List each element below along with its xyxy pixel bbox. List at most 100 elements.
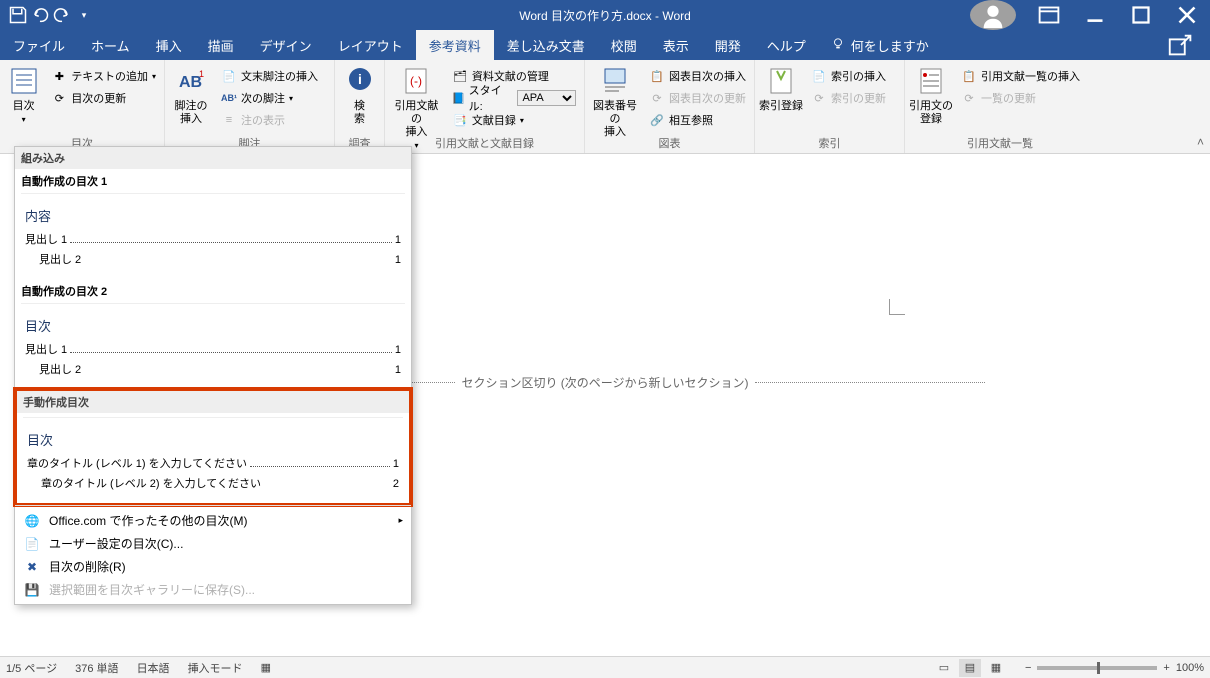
caption-icon	[599, 65, 631, 97]
next-footnote-button[interactable]: AB¹次の脚注▾	[217, 87, 322, 109]
gallery-header-builtin: 組み込み	[15, 147, 411, 169]
tof-icon: 📋	[649, 68, 665, 84]
tab-references[interactable]: 参考資料	[416, 30, 494, 60]
print-layout-icon[interactable]: ▤	[959, 659, 981, 677]
style-dropdown[interactable]: APA	[517, 90, 576, 106]
page-count[interactable]: 1/5 ページ	[6, 660, 57, 676]
tab-help[interactable]: ヘルプ	[754, 30, 819, 60]
web-layout-icon[interactable]: ▦	[985, 659, 1007, 677]
group-label: 図表	[585, 135, 754, 151]
menu-save-selection: 💾選択範囲を目次ギャラリーに保存(S)...	[15, 578, 411, 601]
gallery-item-auto1[interactable]: 自動作成の目次 1 内容 見出し 11 見出し 21	[15, 169, 411, 279]
group-captions: 図表番号の 挿入 📋図表目次の挿入 ⟳図表目次の更新 🔗相互参照 図表	[585, 60, 755, 153]
show-notes-button: ≡注の表示	[217, 109, 322, 131]
gallery-header-manual: 手動作成目次	[17, 391, 409, 413]
menu-more-from-office[interactable]: 🌐Office.com で作ったその他の目次(M)▸	[15, 509, 411, 532]
tab-review[interactable]: 校閲	[598, 30, 650, 60]
zoom-in-icon[interactable]: +	[1163, 662, 1169, 674]
undo-icon[interactable]	[30, 5, 50, 25]
zoom-control: − + 100%	[1025, 662, 1204, 674]
group-research: i 検 索 調査	[335, 60, 385, 153]
update-toc-button[interactable]: ⟳目次の更新	[47, 87, 160, 109]
ribbon-display-icon[interactable]	[1026, 0, 1072, 30]
insert-index-icon: 📄	[811, 68, 827, 84]
tab-view[interactable]: 表示	[650, 30, 702, 60]
collapse-ribbon-icon[interactable]: ˄	[1197, 135, 1204, 149]
toc-label: 目次	[13, 100, 35, 113]
lightbulb-icon	[831, 37, 845, 54]
custom-toc-icon: 📄	[23, 537, 41, 551]
save-icon[interactable]	[8, 5, 28, 25]
toc-gallery-dropdown: 組み込み 自動作成の目次 1 内容 見出し 11 見出し 21 自動作成の目次 …	[14, 146, 412, 605]
group-label: 索引	[755, 135, 904, 151]
svg-text:(-): (-)	[410, 74, 422, 88]
group-citations: (-) 引用文献の 挿入 ▾ 🗂資料文献の管理 📘 スタイル: APA 📑文献目…	[385, 60, 585, 153]
insert-tof-button[interactable]: 📋図表目次の挿入	[645, 65, 750, 87]
gallery-item-manual[interactable]: 目次 章のタイトル (レベル 1) を入力してください1 章のタイトル (レベル…	[17, 413, 409, 503]
footnote-icon: AB1	[175, 65, 207, 97]
index-icon	[765, 65, 797, 97]
cross-ref-button[interactable]: 🔗相互参照	[645, 109, 750, 131]
svg-text:1: 1	[199, 69, 204, 79]
tab-home[interactable]: ホーム	[78, 30, 143, 60]
svg-text:i: i	[358, 71, 362, 87]
insert-mode[interactable]: 挿入モード	[188, 660, 243, 676]
insert-index-button[interactable]: 📄索引の挿入	[807, 65, 890, 87]
menu-remove-toc[interactable]: ✖目次の削除(R)	[15, 555, 411, 578]
update-tof-button: ⟳図表目次の更新	[645, 87, 750, 109]
update-index-icon: ⟳	[811, 90, 827, 106]
toa-label: 引用文の 登録	[909, 100, 953, 126]
insert-endnote-button[interactable]: 📄文末脚注の挿入	[217, 65, 322, 87]
tab-developer[interactable]: 開発	[702, 30, 754, 60]
read-mode-icon[interactable]: ▭	[933, 659, 955, 677]
zoom-out-icon[interactable]: −	[1025, 662, 1031, 674]
menu-custom-toc[interactable]: 📄ユーザー設定の目次(C)...	[15, 532, 411, 555]
qat-customize-icon[interactable]: ▾	[74, 5, 94, 25]
macro-record-icon[interactable]: ▦	[261, 661, 271, 674]
tab-insert[interactable]: 挿入	[143, 30, 195, 60]
language[interactable]: 日本語	[137, 660, 170, 676]
update-icon: ⟳	[51, 90, 67, 106]
update-tof-icon: ⟳	[649, 90, 665, 106]
redo-icon[interactable]	[52, 5, 72, 25]
toc-preview: 目次 見出し 11 見出し 21	[21, 303, 405, 385]
tell-me-search[interactable]: 何をしますか	[819, 30, 941, 60]
add-text-button[interactable]: ✚テキストの追加▾	[47, 65, 160, 87]
statusbar: 1/5 ページ 376 単語 日本語 挿入モード ▦ ▭ ▤ ▦ − + 100…	[0, 656, 1210, 678]
toc-preview: 内容 見出し 11 見出し 21	[21, 193, 405, 275]
tab-mailings[interactable]: 差し込み文書	[494, 30, 598, 60]
search-icon: i	[344, 65, 376, 97]
tab-layout[interactable]: レイアウト	[325, 30, 416, 60]
word-count[interactable]: 376 単語	[75, 660, 118, 676]
save-gallery-icon: 💾	[23, 583, 41, 597]
show-notes-icon: ≡	[221, 112, 237, 128]
citation-icon: (-)	[400, 65, 432, 97]
ribbon: 目次 ▾ ✚テキストの追加▾ ⟳目次の更新 目次 AB1 脚注の 挿入 📄文末脚…	[0, 60, 1210, 154]
citation-style-select[interactable]: 📘 スタイル: APA	[448, 87, 580, 109]
share-button[interactable]	[1152, 30, 1210, 60]
group-label: 引用文献一覧	[905, 135, 1095, 151]
next-icon: AB¹	[221, 90, 237, 106]
zoom-level[interactable]: 100%	[1176, 662, 1204, 674]
maximize-icon[interactable]	[1118, 0, 1164, 30]
citation-label: 引用文献の 挿入	[389, 100, 444, 139]
toc-preview: 目次 章のタイトル (レベル 1) を入力してください1 章のタイトル (レベル…	[23, 417, 403, 499]
update-toa-button: ⟳一覧の更新	[957, 87, 1084, 109]
gallery-menu: 🌐Office.com で作ったその他の目次(M)▸ 📄ユーザー設定の目次(C)…	[15, 505, 411, 604]
quick-access-toolbar: ▾	[0, 5, 94, 25]
globe-icon: 🌐	[23, 514, 41, 528]
minimize-icon[interactable]	[1072, 0, 1118, 30]
tab-design[interactable]: デザイン	[247, 30, 325, 60]
ribbon-tabs: ファイル ホーム 挿入 描画 デザイン レイアウト 参考資料 差し込み文書 校閲…	[0, 30, 1210, 60]
caption-label: 図表番号の 挿入	[589, 100, 641, 139]
bibliography-button[interactable]: 📑文献目録▾	[448, 109, 580, 131]
account-icon[interactable]	[970, 0, 1016, 30]
zoom-slider[interactable]	[1037, 666, 1157, 670]
group-index: 索引登録 📄索引の挿入 ⟳索引の更新 索引	[755, 60, 905, 153]
tab-draw[interactable]: 描画	[195, 30, 247, 60]
tab-file[interactable]: ファイル	[0, 30, 78, 60]
add-text-icon: ✚	[51, 68, 67, 84]
insert-toa-button[interactable]: 📋引用文献一覧の挿入	[957, 65, 1084, 87]
gallery-item-auto2[interactable]: 自動作成の目次 2 目次 見出し 11 見出し 21	[15, 279, 411, 389]
close-icon[interactable]	[1164, 0, 1210, 30]
